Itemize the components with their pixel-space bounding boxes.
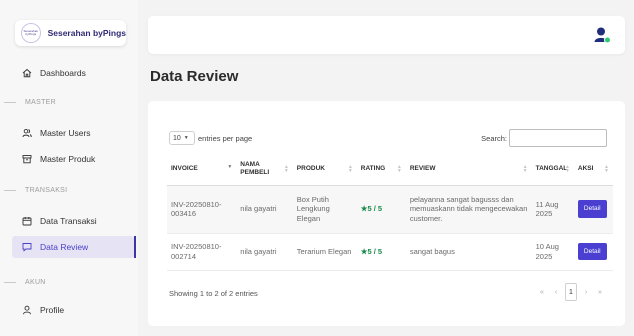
cell-buyer: nila gayatri — [236, 233, 293, 271]
chat-icon — [22, 242, 32, 252]
cell-review: pelayanna sangat bagusss dan memuaskann … — [405, 185, 532, 234]
sidebar-item-label: Data Transaksi — [40, 216, 97, 226]
page-next-button[interactable]: › — [579, 289, 593, 296]
sidebar-item-label: Data Review — [40, 242, 89, 252]
entries-per-page: 10 ▼ entries per page — [169, 131, 252, 145]
sort-icon: ▲ ▼ — [604, 164, 609, 174]
search-input[interactable] — [509, 129, 607, 147]
table-row: INV-20250810-002714 nila gayatri Terariu… — [167, 233, 613, 271]
cell-review: sangat bagus — [405, 233, 532, 271]
star-icon: ★ — [360, 204, 368, 214]
top-header — [148, 16, 625, 54]
sidebar-item-master-users[interactable]: Master Users — [12, 122, 134, 144]
page-first-button[interactable]: « — [535, 289, 549, 296]
cell-date: 11 Aug 2025 — [531, 185, 574, 234]
chevron-down-icon: ▼ — [183, 135, 189, 141]
cell-date: 10 Aug 2025 — [531, 233, 574, 271]
col-rating[interactable]: RATING ▲ ▼ — [356, 154, 406, 186]
users-icon — [22, 128, 32, 138]
sidebar-item-label: Master Produk — [40, 154, 96, 164]
pagination: « ‹ 1 › » — [535, 283, 607, 301]
page-current-button[interactable]: 1 — [565, 283, 577, 301]
cell-buyer: nila gayatri — [236, 185, 293, 234]
sidebar-item-data-transaksi[interactable]: Data Transaksi — [12, 210, 134, 232]
brand[interactable]: Seserahan byPings Seserahan byPings — [15, 20, 126, 46]
active-indicator — [134, 236, 136, 258]
box-icon — [22, 154, 32, 164]
sort-icon: ▲ ▼ — [283, 164, 289, 174]
cell-invoice: INV-20250810-002714 — [167, 233, 237, 271]
cell-action: Detail — [573, 185, 613, 234]
sidebar-item-dashboards[interactable]: Dashboards — [12, 62, 134, 84]
sort-desc-icon: ▼ — [227, 164, 233, 170]
sort-icon: ▲ ▼ — [347, 164, 353, 174]
col-tanggal[interactable]: TANGGAL ▲ ▼ — [531, 154, 574, 186]
brand-logo: Seserahan byPings — [21, 23, 41, 43]
col-aksi[interactable]: AKSI ▲ ▼ — [573, 154, 613, 186]
star-icon: ★ — [360, 246, 368, 256]
page-last-button[interactable]: » — [593, 289, 607, 296]
sort-icon: ▲ ▼ — [564, 164, 570, 174]
sidebar-item-master-produk[interactable]: Master Produk — [12, 148, 134, 170]
sort-icon: ▲ ▼ — [396, 164, 402, 174]
entries-select[interactable]: 10 ▼ — [169, 131, 195, 145]
detail-button[interactable]: Detail — [577, 200, 607, 218]
col-invoice[interactable]: INVOICE ▼ — [167, 154, 237, 186]
cell-rating: ★5 / 5 — [356, 233, 406, 271]
page-prev-button[interactable]: ‹ — [549, 289, 563, 296]
user-icon — [22, 305, 32, 315]
section-akun: AKUN — [0, 276, 138, 288]
table-info: Showing 1 to 2 of 2 entries — [169, 289, 258, 298]
detail-button[interactable]: Detail — [577, 242, 607, 261]
search-box: Search: — [481, 129, 607, 147]
review-card: 10 ▼ entries per page Search: INVOICE ▼ NA… — [148, 101, 625, 326]
brand-name: Seserahan byPings — [47, 28, 126, 38]
cell-invoice: INV-20250810-003416 — [167, 185, 237, 234]
col-review[interactable]: REVIEW ▲ ▼ — [405, 154, 532, 186]
col-produk[interactable]: PRODUK ▲ ▼ — [292, 154, 357, 186]
entries-label: entries per page — [198, 133, 253, 143]
search-label: Search: — [481, 133, 507, 143]
cell-action: Detail — [573, 233, 613, 271]
home-icon — [22, 68, 32, 78]
user-avatar-icon[interactable] — [593, 26, 611, 44]
review-table: INVOICE ▼ NAMA PEMBELI ▲ ▼ PRODUK ▲ ▼ RATING ▲… — [167, 154, 613, 271]
section-master: MASTER — [0, 96, 138, 108]
sidebar: Seserahan byPings Seserahan byPings Dash… — [0, 0, 138, 336]
cell-product: Box Putih Lengkung Elegan — [292, 185, 357, 234]
cell-product: Terarium Elegan — [292, 233, 357, 271]
section-transaksi: TRANSAKSI — [0, 184, 138, 196]
table-row: INV-20250810-003416 nila gayatri Box Put… — [167, 185, 613, 234]
page-title: Data Review — [150, 68, 239, 85]
sidebar-item-label: Dashboards — [40, 68, 86, 78]
col-nama-pembeli[interactable]: NAMA PEMBELI ▲ ▼ — [236, 154, 293, 186]
sidebar-item-label: Profile — [40, 305, 65, 315]
sidebar-item-profile[interactable]: Profile — [12, 299, 134, 321]
sort-icon: ▲ ▼ — [522, 164, 528, 174]
sidebar-item-data-review[interactable]: Data Review — [12, 236, 134, 258]
sidebar-item-label: Master Users — [40, 128, 91, 138]
cell-rating: ★5 / 5 — [356, 185, 406, 234]
calendar-icon — [22, 216, 32, 226]
